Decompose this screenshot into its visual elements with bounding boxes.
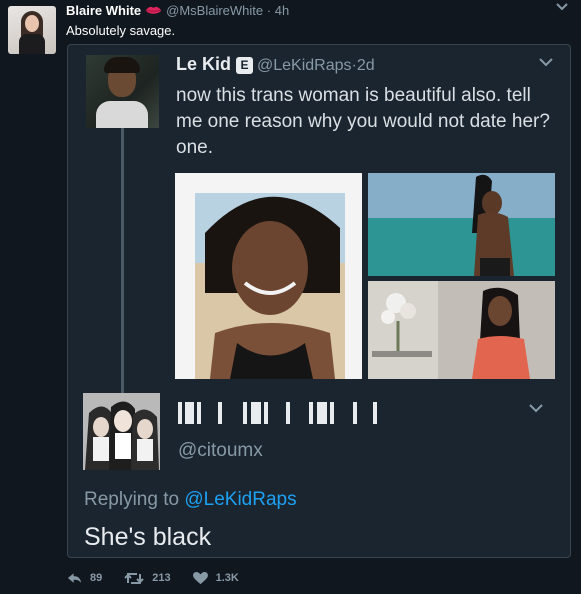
action-bar: 89 213 1.3K — [67, 569, 261, 587]
reply-button[interactable]: 89 — [67, 572, 102, 584]
e-badge-icon: E — [236, 57, 254, 74]
quoted-author-handle[interactable]: @LeKidRaps — [257, 57, 352, 74]
photo-3[interactable] — [368, 281, 555, 379]
retweet-button[interactable]: 213 — [124, 572, 171, 585]
author-avatar[interactable] — [8, 6, 56, 54]
author-handle[interactable]: @MsBlaireWhite — [166, 3, 263, 18]
tweet-text: Absolutely savage. — [66, 23, 176, 38]
chevron-down-icon[interactable] — [528, 403, 544, 414]
quoted-tweet-text: now this trans woman is beautiful also. … — [176, 85, 550, 158]
heart-icon — [192, 571, 208, 584]
author-name[interactable]: Blaire White — [66, 3, 141, 18]
quoted-author-avatar[interactable] — [86, 55, 159, 128]
like-count: 1.3K — [215, 572, 239, 584]
like-button[interactable]: 1.3K — [192, 571, 239, 585]
photo-2[interactable] — [368, 173, 555, 276]
reply-icon — [67, 573, 82, 583]
chevron-down-icon[interactable] — [555, 2, 569, 12]
reply-author-avatar[interactable] — [83, 393, 160, 470]
tweet-timestamp[interactable]: 4h — [275, 3, 289, 18]
chevron-down-icon[interactable] — [538, 57, 554, 68]
replying-label: Replying to — [84, 489, 180, 510]
replying-to-line: Replying to @LeKidRaps — [84, 489, 297, 511]
quoted-tweet-card[interactable]: Le Kid E @LeKidRaps·2d now this trans woma… — [67, 44, 571, 558]
photo-1[interactable] — [175, 173, 362, 379]
tweet-header: Blaire White @MsBlaireWhite · 4h — [66, 3, 289, 19]
retweet-count: 213 — [152, 572, 171, 584]
thread-line — [121, 127, 124, 433]
reply-count: 89 — [90, 572, 103, 584]
quoted-tweet-header: Le Kid E @LeKidRaps·2d — [176, 54, 375, 75]
quoted-tweet-timestamp[interactable]: 2d — [357, 57, 375, 74]
quoted-author-name[interactable]: Le Kid — [176, 54, 231, 74]
separator-dot: · — [266, 3, 272, 18]
reply-text: She's black — [84, 523, 212, 551]
retweet-icon — [124, 572, 144, 584]
lips-icon — [145, 6, 162, 14]
mention-link[interactable]: @LeKidRaps — [184, 489, 296, 510]
censored-name — [178, 402, 377, 424]
reply-author-handle[interactable]: @citoumx — [178, 440, 263, 462]
